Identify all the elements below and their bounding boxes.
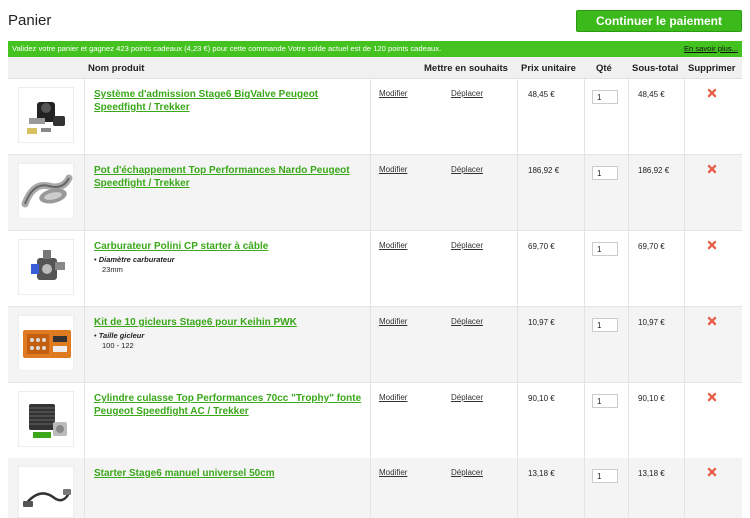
loyalty-banner-text: Validez votre panier et gagnez 423 point… [12,44,442,53]
exhaust-pipe-icon [21,174,73,208]
move-to-wishlist-link[interactable]: Déplacer [451,393,483,402]
page-title: Panier [8,12,52,29]
cart-table-header: Nom produit Mettre en souhaits Prix unit… [8,57,742,79]
unit-price: 10,97 € [528,318,555,327]
quantity-input[interactable] [592,242,618,256]
modify-link[interactable]: Modifier [379,317,407,326]
product-thumbnail[interactable] [18,391,74,447]
delete-icon[interactable] [706,239,718,251]
cart-row: Starter Stage6 manuel universel 50cm Mod… [8,458,742,518]
option-label: Taille gicleur [98,331,145,340]
cylinder-kit-icon [29,404,67,438]
subtotal: 69,70 € [638,242,665,251]
delete-icon[interactable] [706,466,718,478]
delete-icon[interactable] [706,315,718,327]
unit-price: 13,18 € [528,469,555,478]
move-to-wishlist-link[interactable]: Déplacer [451,317,483,326]
delete-icon[interactable] [706,87,718,99]
product-thumbnail[interactable] [18,163,74,219]
modify-link[interactable]: Modifier [379,89,407,98]
unit-price: 186,92 € [528,166,560,175]
quantity-input[interactable] [592,394,618,408]
move-to-wishlist-link[interactable]: Déplacer [451,165,483,174]
quantity-input[interactable] [592,318,618,332]
subtotal: 13,18 € [638,469,665,478]
product-thumbnail[interactable] [18,239,74,295]
cart-row: Kit de 10 gicleurs Stage6 pour Keihin PW… [8,307,742,383]
product-thumbnail[interactable] [18,87,74,143]
col-product: Nom produit [88,63,145,74]
move-to-wishlist-link[interactable]: Déplacer [451,468,483,477]
col-delete: Supprimer [688,63,736,74]
modify-link[interactable]: Modifier [379,393,407,402]
subtotal: 10,97 € [638,318,665,327]
modify-link[interactable]: Modifier [379,165,407,174]
col-wishlist: Mettre en souhaits [424,63,508,74]
cart-row: Cylindre culasse Top Performances 70cc "… [8,383,742,459]
product-name-link[interactable]: Starter Stage6 manuel universel 50cm [94,467,364,480]
cart-row: Pot d'échappement Top Performances Nardo… [8,155,742,231]
delete-icon[interactable] [706,391,718,403]
subtotal: 48,45 € [638,90,665,99]
product-option: • Diamètre carburateur 23mm [94,255,175,274]
col-subtotal: Sous-total [632,63,679,74]
move-to-wishlist-link[interactable]: Déplacer [451,241,483,250]
modify-link[interactable]: Modifier [379,241,407,250]
jet-kit-icon [23,330,71,358]
cart-row: Carburateur Polini CP starter à câble • … [8,231,742,307]
option-label: Diamètre carburateur [98,255,175,264]
unit-price: 69,70 € [528,242,555,251]
product-name-link[interactable]: Kit de 10 gicleurs Stage6 pour Keihin PW… [94,316,364,329]
col-qty: Qté [596,63,612,74]
move-to-wishlist-link[interactable]: Déplacer [451,89,483,98]
product-name-link[interactable]: Carburateur Polini CP starter à câble [94,240,364,253]
subtotal: 186,92 € [638,166,670,175]
quantity-input[interactable] [592,166,618,180]
unit-price: 48,45 € [528,90,555,99]
option-value: 23mm [102,265,123,274]
learn-more-link[interactable]: En savoir plus... [684,41,738,57]
product-name-link[interactable]: Cylindre culasse Top Performances 70cc "… [94,392,364,418]
product-name-link[interactable]: Système d'admission Stage6 BigValve Peug… [94,88,364,114]
product-name-link[interactable]: Pot d'échappement Top Performances Nardo… [94,164,364,190]
quantity-input[interactable] [592,90,618,104]
option-value: 100 - 122 [102,341,134,350]
product-option: • Taille gicleur 100 - 122 [94,331,145,350]
product-thumbnail[interactable] [18,466,74,518]
subtotal: 90,10 € [638,394,665,403]
product-thumbnail[interactable] [18,315,74,371]
modify-link[interactable]: Modifier [379,468,407,477]
unit-price: 90,10 € [528,394,555,403]
quantity-input[interactable] [592,469,618,483]
delete-icon[interactable] [706,163,718,175]
continue-payment-button[interactable]: Continuer le paiement [576,10,742,32]
loyalty-banner: Validez votre panier et gagnez 423 point… [8,41,742,57]
col-unit-price: Prix unitaire [521,63,576,74]
cart-row: Système d'admission Stage6 BigValve Peug… [8,79,742,155]
intake-system-icon [27,102,65,134]
starter-cable-icon [23,489,71,507]
carburetor-icon [31,250,65,280]
